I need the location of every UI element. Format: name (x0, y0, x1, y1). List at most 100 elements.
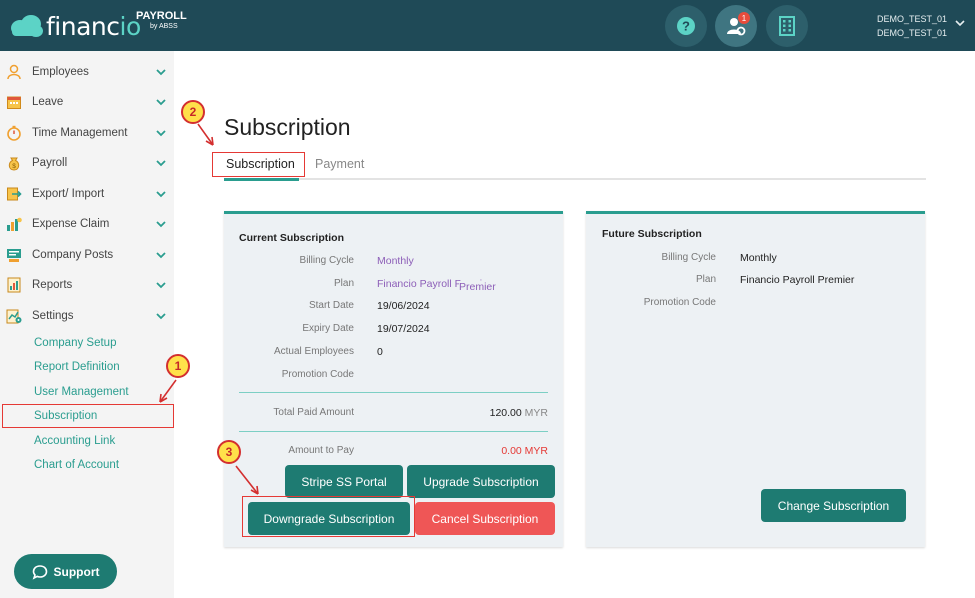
subscription-highlight-box (2, 404, 174, 428)
chevron-down-icon[interactable] (955, 20, 965, 27)
expense-icon (7, 217, 22, 231)
arrow-2 (197, 123, 214, 146)
sidebar-item-expense-claim[interactable]: Expense Claim (0, 211, 174, 237)
future-subscription-title: Future Subscription (602, 228, 702, 240)
svg-text:?: ? (682, 19, 690, 34)
product-subtitle: by ABSS (150, 23, 178, 30)
chevron-down-icon (156, 252, 166, 259)
chevron-down-icon (156, 282, 166, 289)
chevron-down-icon (156, 130, 166, 137)
calendar-icon (7, 96, 21, 109)
sidebar-item-label: Employees (32, 66, 89, 78)
support-button[interactable]: Support (14, 554, 117, 589)
upgrade-subscription-button[interactable]: Upgrade Subscription (407, 465, 555, 498)
money-bag-icon: $ (8, 157, 20, 171)
promotion-code-label: Promotion Code (281, 369, 354, 380)
report-icon (7, 277, 21, 293)
actual-employees-label: Actual Employees (273, 346, 354, 357)
amount-to-pay-value: 0.00 MYR (501, 445, 548, 457)
tab-payment[interactable]: Payment (315, 157, 364, 171)
tab-highlight-box (212, 152, 305, 177)
settings-icon (6, 309, 22, 324)
change-subscription-button[interactable]: Change Subscription (761, 489, 906, 522)
future-plan-label: Plan (695, 274, 716, 285)
settings-sub-company-setup[interactable]: Company Setup (34, 337, 116, 349)
total-paid-value: 120.00 MYR (489, 407, 548, 419)
settings-sub-accounting-link[interactable]: Accounting Link (34, 435, 115, 447)
chevron-down-icon (156, 99, 166, 106)
sidebar-item-label: Expense Claim (32, 218, 110, 230)
plan-label: Plan (333, 278, 354, 289)
help-icon: ? (677, 17, 695, 35)
sidebar-item-reports[interactable]: Reports (0, 272, 174, 298)
annotation-marker-2: 2 (181, 100, 205, 124)
top-bar: financio PAYROLL by ABSS ? 1 DEMO_TEST_0… (0, 0, 975, 51)
svg-text:$: $ (12, 163, 16, 170)
chevron-down-icon (156, 191, 166, 198)
sidebar-item-label: Settings (32, 310, 74, 322)
future-billing-cycle-value: Monthly (740, 252, 777, 264)
stripe-portal-button[interactable]: Stripe SS Portal (285, 465, 403, 498)
active-tab-indicator (224, 178, 299, 181)
sidebar-item-label: Export/ Import (32, 188, 105, 200)
chevron-down-icon (156, 313, 166, 320)
expiry-date-label: Expiry Date (302, 323, 354, 334)
future-promotion-code-label: Promotion Code (643, 297, 716, 308)
settings-sub-report-definition[interactable]: Report Definition (34, 361, 120, 373)
chevron-down-icon (156, 221, 166, 228)
divider (239, 431, 548, 432)
downgrade-highlight-box (242, 496, 415, 537)
divider (239, 392, 548, 393)
sidebar-item-label: Reports (32, 279, 73, 291)
sidebar-item-label: Company Posts (32, 249, 114, 261)
tab-bar-divider (224, 178, 926, 180)
sidebar-item-export-import[interactable]: Export/ Import (0, 181, 174, 207)
settings-sub-chart-of-account[interactable]: Chart of Account (34, 459, 119, 471)
sidebar-item-label: Leave (32, 96, 64, 108)
annotation-marker-3: 3 (217, 440, 241, 464)
chat-bubble-icon (32, 564, 47, 580)
start-date-label: Start Date (308, 300, 354, 311)
stopwatch-icon (7, 125, 21, 141)
posts-icon (7, 249, 21, 262)
page-title: Subscription (224, 114, 351, 140)
amount-to-pay-label: Amount to Pay (288, 445, 354, 456)
export-import-icon (7, 187, 22, 201)
sidebar-item-label: Payroll (32, 157, 68, 169)
financio-logo[interactable]: financio (8, 8, 141, 44)
current-subscription-title: Current Subscription (239, 232, 345, 244)
chevron-down-icon (156, 69, 166, 76)
sidebar-item-employees[interactable]: Employees (0, 59, 174, 85)
arrow-2-head (205, 136, 214, 146)
start-date-value: 19/06/2024 (377, 300, 430, 312)
sidebar-item-payroll[interactable]: $ Payroll (0, 150, 174, 176)
user-info[interactable]: DEMO_TEST_01 DEMO_TEST_01 (877, 12, 947, 40)
annotation-marker-1: 1 (166, 354, 190, 378)
settings-sub-user-management[interactable]: User Management (34, 386, 129, 398)
billing-cycle-label: Billing Cycle (299, 255, 354, 266)
company-button[interactable] (766, 5, 808, 47)
sidebar-item-time-management[interactable]: Time Management (0, 120, 174, 146)
product-name: PAYROLL (136, 10, 187, 22)
support-label: Support (53, 564, 100, 579)
cloud-logo-icon (11, 15, 43, 37)
chevron-down-icon (156, 160, 166, 167)
future-plan-value: Financio Payroll Premier (740, 274, 855, 286)
sidebar-item-settings[interactable]: Settings (0, 303, 174, 329)
expiry-date-value: 19/07/2024 (377, 323, 430, 335)
sidebar: Employees Leave Time Management $ Payrol… (0, 51, 174, 598)
help-button[interactable]: ? (665, 5, 707, 47)
company-name: DEMO_TEST_01 (876, 28, 947, 38)
total-paid-label: Total Paid Amount (273, 407, 354, 418)
future-billing-cycle-label: Billing Cycle (661, 252, 716, 263)
user-settings-button[interactable]: 1 (715, 5, 757, 47)
billing-cycle-value: Monthly (377, 255, 414, 267)
logo-text: financio (46, 11, 141, 41)
cancel-subscription-button[interactable]: Cancel Subscription (415, 502, 555, 535)
notification-badge: 1 (738, 12, 750, 24)
actual-employees-value: 0 (377, 346, 383, 358)
user-icon (7, 64, 21, 80)
sidebar-item-company-posts[interactable]: Company Posts (0, 242, 174, 268)
sidebar-item-leave[interactable]: Leave (0, 89, 174, 115)
plan-value-overlay: Premier (459, 281, 496, 293)
